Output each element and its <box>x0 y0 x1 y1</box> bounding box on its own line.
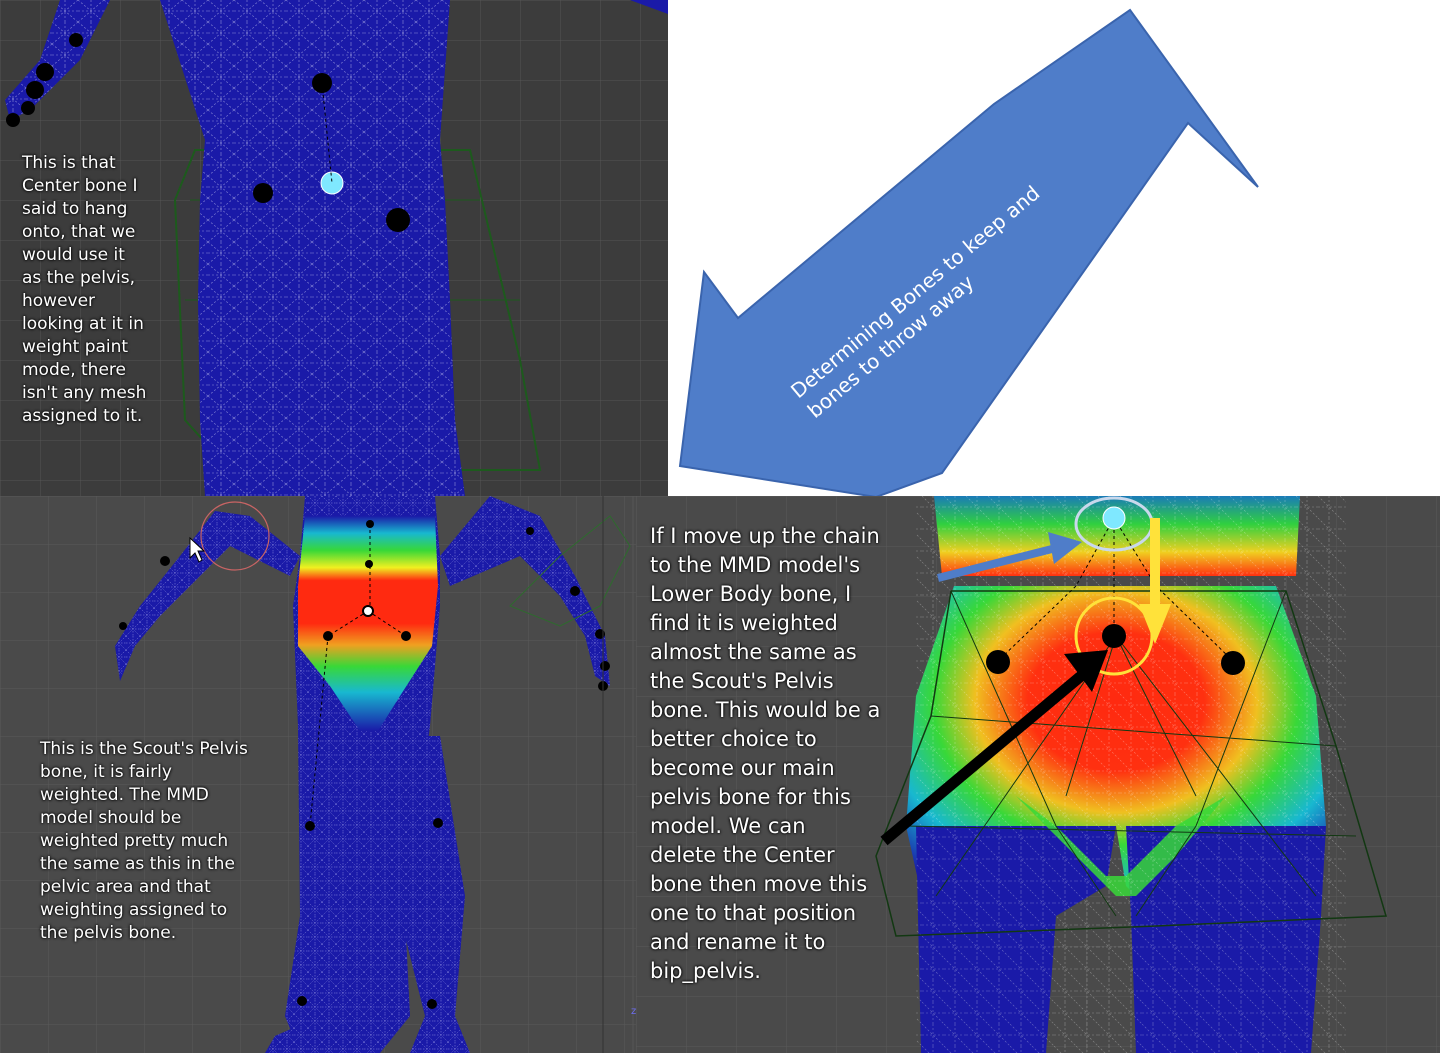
panel-scout-pelvis: This is the Scout's Pelvis bone, it is f… <box>0 496 668 1053</box>
scout-pelvis-note: This is the Scout's Pelvis bone, it is f… <box>40 739 248 943</box>
banner-area: Determining Bones to keep and bones to t… <box>668 0 1440 496</box>
direction-arrow-icon <box>678 8 1259 496</box>
center-bone-note: This is that Center bone I said to hang … <box>22 153 147 426</box>
center-bone-marker <box>1102 506 1126 530</box>
lower-body-bone-marker <box>1102 624 1126 648</box>
panel-lower-body: If I move up the chain to the MMD model'… <box>636 496 1440 1053</box>
lower-body-note: If I move up the chain to the MMD model'… <box>650 524 881 983</box>
panel-center-bone: This is that Center bone I said to hang … <box>0 0 668 496</box>
